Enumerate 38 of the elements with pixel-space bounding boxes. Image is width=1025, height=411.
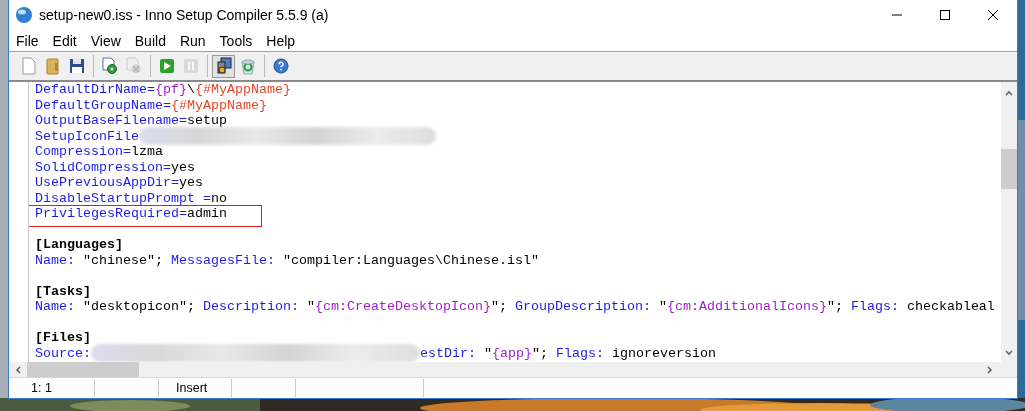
code-line: estDir: "{app}"; Flags: ignoreversion <box>420 345 716 361</box>
scroll-left-icon[interactable] <box>13 364 23 375</box>
code-line: DisableStartupPrompt =no <box>35 190 227 206</box>
code-line: SolidCompression=yes <box>35 159 195 175</box>
code-line: OutputBaseFilename=setup <box>35 113 227 129</box>
code-line: Source: <box>35 345 91 361</box>
horizontal-scrollbar[interactable] <box>9 362 1017 377</box>
scroll-thumb[interactable] <box>1001 149 1017 189</box>
maximize-icon <box>939 9 951 21</box>
menu-item[interactable]: File <box>9 32 46 49</box>
scroll-thumb[interactable] <box>27 362 139 377</box>
target-button[interactable] <box>212 54 235 78</box>
code-line: UsePreviousAppDir=yes <box>35 175 203 191</box>
menu-item[interactable]: Build <box>127 32 173 49</box>
code-line: Name: "desktopicon"; Description: "{cm:CreateDesktopIcon}"; GroupDescription: "{cm:AdditionalIcons}"; Flags: checkableal <box>35 299 995 315</box>
menu-item[interactable]: Tools <box>212 32 260 49</box>
scroll-down-icon[interactable] <box>1004 348 1014 358</box>
cursor-position: 1: 1 <box>9 379 95 397</box>
app-globe-icon <box>15 6 33 24</box>
menu-item[interactable]: Edit <box>45 32 84 49</box>
close-icon <box>987 9 999 21</box>
code-line: DefaultDirName={pf}\{#MyAppName} <box>35 82 291 98</box>
code-line: PrivilegesRequired=admin <box>35 206 227 222</box>
window-title: setup-new0.iss - Inno Setup Compiler 5.5.9 (a) <box>39 7 330 23</box>
menu-item[interactable]: View <box>83 32 128 49</box>
menu-item[interactable]: Help <box>259 32 303 49</box>
section-header: [Files] <box>35 330 91 346</box>
code-line: Compression=lzma <box>35 144 163 160</box>
code-line: DefaultGroupName={#MyAppName} <box>35 97 267 113</box>
insert-mode: Insert <box>159 379 232 397</box>
section-header: [Languages] <box>35 237 123 253</box>
code-line: Name: "chinese"; MessagesFile: "compiler:Languages\Chinese.isl" <box>35 252 539 268</box>
scroll-right-icon[interactable] <box>985 364 995 375</box>
menu-item[interactable]: Run <box>172 32 213 49</box>
scroll-up-icon[interactable] <box>1004 88 1014 98</box>
code-line: SetupIconFile <box>35 128 139 144</box>
vertical-scrollbar[interactable] <box>1001 82 1017 362</box>
section-header: [Tasks] <box>35 283 91 299</box>
